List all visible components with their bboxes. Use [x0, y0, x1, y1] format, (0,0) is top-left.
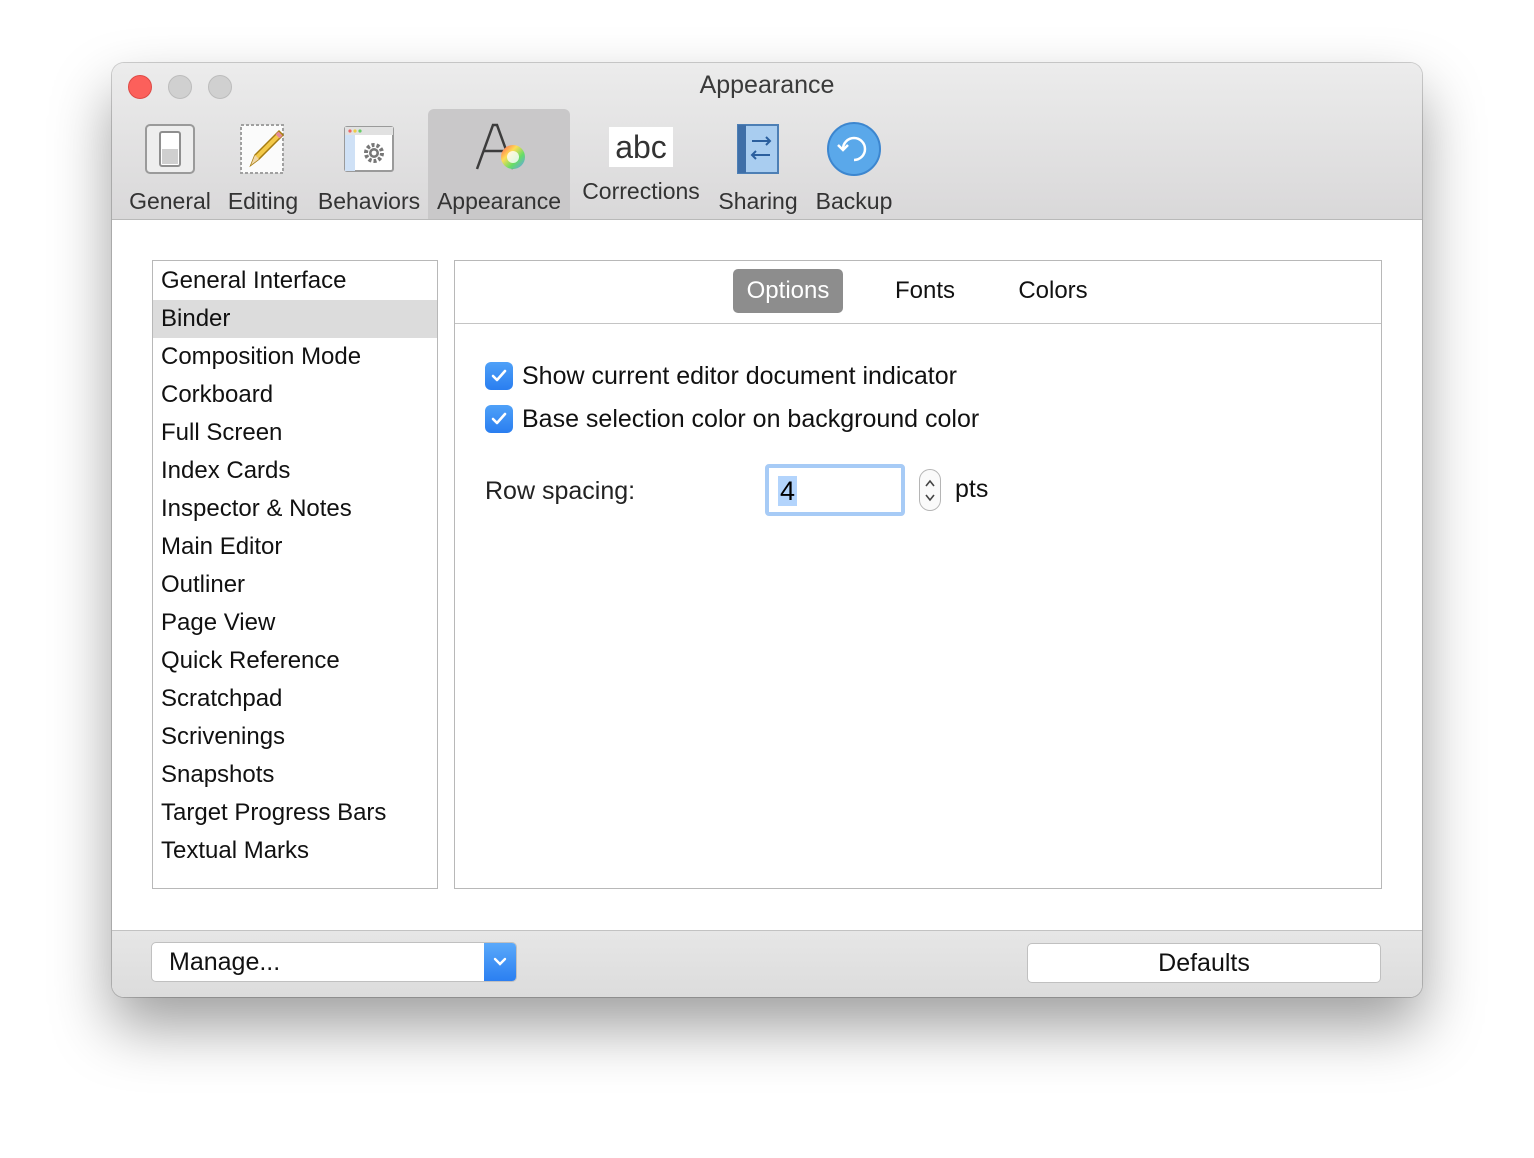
sharing-arrows-icon: [737, 124, 779, 174]
base-selection-label: Base selection color on background color: [522, 404, 980, 433]
stepper-arrows-icon: [925, 479, 935, 502]
gear-window-icon: [344, 126, 394, 172]
toolbar-editing[interactable]: Editing: [224, 109, 302, 219]
chevron-down-icon: [484, 943, 516, 981]
sidebar-item-main-editor[interactable]: Main Editor: [153, 528, 437, 566]
toolbar-appearance[interactable]: Appearance: [428, 109, 570, 219]
font-color-icon: [475, 123, 525, 170]
sidebar-item-outliner[interactable]: Outliner: [153, 566, 437, 604]
category-list: General Interface Binder Composition Mod…: [152, 260, 438, 889]
sidebar-item-composition-mode[interactable]: Composition Mode: [153, 338, 437, 376]
toolbar-corrections[interactable]: abc Corrections: [576, 109, 706, 219]
show-indicator-option: Show current editor document indicator: [485, 361, 957, 391]
sidebar-item-scrivenings[interactable]: Scrivenings: [153, 718, 437, 756]
row-spacing-label: Row spacing:: [485, 477, 636, 505]
general-switch-icon: [145, 124, 195, 174]
abc-icon-glyph: abc: [615, 128, 667, 165]
preferences-content: General Interface Binder Composition Mod…: [112, 220, 1422, 930]
manage-popup-button[interactable]: Manage...: [151, 942, 517, 982]
toolbar-appearance-label: Appearance: [436, 188, 562, 214]
toolbar-behaviors-label: Behaviors: [317, 188, 421, 214]
toolbar-backup-label: Backup: [815, 188, 893, 214]
defaults-button[interactable]: Defaults: [1027, 943, 1381, 983]
settings-panel: Options Fonts Colors Show current editor…: [454, 260, 1382, 889]
show-indicator-label: Show current editor document indicator: [522, 361, 957, 390]
bottom-bar: Manage... Defaults: [112, 930, 1422, 997]
tab-colors[interactable]: Colors: [1003, 269, 1103, 313]
toolbar-general-label: General: [129, 188, 211, 214]
abc-icon: abc: [609, 127, 673, 167]
tab-bar: Options Fonts Colors: [455, 261, 1381, 324]
row-spacing-stepper[interactable]: [919, 469, 941, 511]
toolbar-corrections-label: Corrections: [582, 178, 700, 204]
sidebar-item-snapshots[interactable]: Snapshots: [153, 756, 437, 794]
sidebar-item-scratchpad[interactable]: Scratchpad: [153, 680, 437, 718]
row-spacing-input[interactable]: 4: [765, 464, 905, 516]
title-bar: Appearance General Editing Behaviors App…: [112, 63, 1422, 220]
sidebar-item-index-cards[interactable]: Index Cards: [153, 452, 437, 490]
toolbar-behaviors[interactable]: Behaviors: [314, 109, 424, 219]
show-indicator-checkbox[interactable]: [485, 362, 513, 390]
sidebar-item-textual-marks[interactable]: Textual Marks: [153, 832, 437, 870]
toolbar-sharing-label: Sharing: [718, 188, 798, 214]
checkmark-icon: [491, 369, 507, 382]
row-spacing-value: 4: [778, 476, 798, 506]
preferences-window: Appearance General Editing Behaviors App…: [112, 63, 1422, 997]
sidebar-item-full-screen[interactable]: Full Screen: [153, 414, 437, 452]
backup-clock-icon: [827, 122, 881, 176]
tab-fonts[interactable]: Fonts: [875, 269, 975, 313]
sidebar-item-corkboard[interactable]: Corkboard: [153, 376, 437, 414]
sidebar-item-page-view[interactable]: Page View: [153, 604, 437, 642]
checkmark-icon: [491, 412, 507, 425]
base-selection-option: Base selection color on background color: [485, 404, 979, 434]
base-selection-checkbox[interactable]: [485, 405, 513, 433]
toolbar-general[interactable]: General: [128, 109, 212, 219]
sidebar-item-target-progress-bars[interactable]: Target Progress Bars: [153, 794, 437, 832]
toolbar-editing-label: Editing: [227, 188, 299, 214]
sidebar-item-binder[interactable]: Binder: [153, 300, 437, 338]
sidebar-item-general-interface[interactable]: General Interface: [153, 262, 437, 300]
sidebar-item-quick-reference[interactable]: Quick Reference: [153, 642, 437, 680]
window-title: Appearance: [699, 71, 835, 99]
sidebar-item-inspector-notes[interactable]: Inspector & Notes: [153, 490, 437, 528]
manage-label: Manage...: [169, 948, 281, 976]
row-spacing-units: pts: [955, 475, 989, 503]
toolbar-sharing[interactable]: Sharing: [716, 109, 800, 219]
toolbar-backup[interactable]: Backup: [812, 109, 896, 219]
pencil-icon: [240, 124, 285, 174]
tab-options[interactable]: Options: [733, 269, 843, 313]
